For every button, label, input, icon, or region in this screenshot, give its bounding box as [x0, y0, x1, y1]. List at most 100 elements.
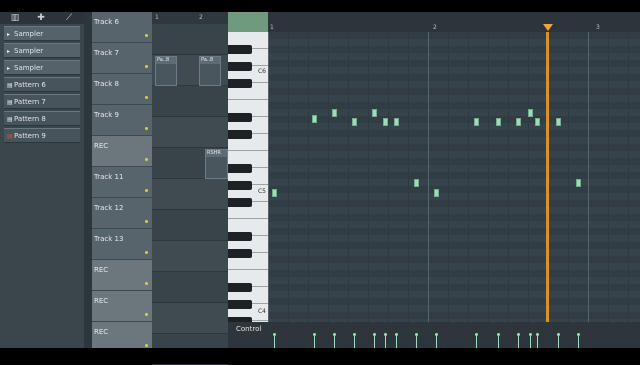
velocity-bar[interactable]: [557, 333, 560, 348]
velocity-bar[interactable]: [353, 333, 356, 348]
black-key[interactable]: [228, 113, 252, 122]
black-key[interactable]: [228, 283, 252, 292]
browser-item-sampler[interactable]: ▸ Sampler: [4, 60, 80, 75]
velocity-bar[interactable]: [373, 333, 376, 348]
track-label: Track 11: [94, 173, 124, 181]
black-key[interactable]: [228, 45, 252, 54]
playlist-row[interactable]: [152, 24, 228, 55]
track-header-rec[interactable]: REC: [92, 260, 152, 291]
note[interactable]: [352, 118, 357, 126]
black-key[interactable]: [228, 62, 252, 71]
playlist-ruler[interactable]: 1 2: [152, 12, 228, 24]
brush-icon[interactable]: ⟋: [62, 12, 76, 24]
note[interactable]: [332, 109, 337, 117]
note[interactable]: [272, 189, 277, 197]
track-mute-led[interactable]: [145, 127, 148, 130]
velocity-bar[interactable]: [529, 333, 532, 348]
velocity-bar[interactable]: [395, 333, 398, 348]
playlist-row[interactable]: [152, 117, 228, 148]
pattern-clip[interactable]: Pa..8: [199, 56, 221, 86]
playlist-row[interactable]: [152, 241, 228, 272]
track-header[interactable]: Track 13: [92, 229, 152, 260]
track-mute-led[interactable]: [145, 282, 148, 285]
browser-item-sampler[interactable]: ▸ Sampler: [4, 43, 80, 58]
track-header-rec[interactable]: REC: [92, 291, 152, 322]
note[interactable]: [556, 118, 561, 126]
velocity-bar[interactable]: [435, 333, 438, 348]
playhead-marker[interactable]: [543, 24, 553, 31]
velocity-bar[interactable]: [333, 333, 336, 348]
piano-icon[interactable]: ▥: [8, 12, 22, 24]
note[interactable]: [528, 109, 533, 117]
pattern-clip[interactable]: Pa..8: [155, 56, 177, 86]
note[interactable]: [434, 189, 439, 197]
track-mute-led[interactable]: [145, 96, 148, 99]
browser-item-pattern-6[interactable]: ▤Pattern 6: [4, 77, 80, 92]
velocity-bar[interactable]: [517, 333, 520, 348]
velocity-bar[interactable]: [536, 333, 539, 348]
browser-item-pattern-9[interactable]: ▤Pattern 9: [4, 128, 80, 143]
velocity-bar[interactable]: [577, 333, 580, 348]
velocity-bar[interactable]: [273, 333, 276, 348]
note-grid[interactable]: [268, 32, 640, 322]
browser-item-sampler[interactable]: ▸ Sampler: [4, 26, 80, 41]
note[interactable]: [496, 118, 501, 126]
track-header[interactable]: Track 6: [92, 12, 152, 43]
playhead[interactable]: [546, 32, 549, 322]
browser-item-pattern-8[interactable]: ▤Pattern 8: [4, 111, 80, 126]
track-mute-led[interactable]: [145, 251, 148, 254]
piano-roll-corner[interactable]: [228, 12, 268, 32]
track-mute-led[interactable]: [145, 313, 148, 316]
track-mute-led[interactable]: [145, 220, 148, 223]
track-header[interactable]: Track 11: [92, 167, 152, 198]
velocity-bar[interactable]: [415, 333, 418, 348]
black-key[interactable]: [228, 181, 252, 190]
piano-keyboard[interactable]: C6 C5 C4: [228, 32, 268, 322]
note[interactable]: [372, 109, 377, 117]
black-key[interactable]: [228, 79, 252, 88]
track-header[interactable]: Track 8: [92, 74, 152, 105]
note[interactable]: [474, 118, 479, 126]
piano-roll-ruler[interactable]: 1 2 3: [268, 12, 640, 32]
track-header[interactable]: Track 12: [92, 198, 152, 229]
playlist-row[interactable]: [152, 179, 228, 210]
black-key[interactable]: [228, 198, 252, 207]
velocity-bar[interactable]: [475, 333, 478, 348]
track-header[interactable]: Track 7: [92, 43, 152, 74]
track-header[interactable]: Track 9: [92, 105, 152, 136]
velocity-bar[interactable]: [384, 333, 387, 348]
black-key[interactable]: [228, 232, 252, 241]
track-mute-led[interactable]: [145, 34, 148, 37]
control-dropdown[interactable]: Control: [228, 322, 268, 336]
velocity-bar[interactable]: [313, 333, 316, 348]
browser-item-pattern-7[interactable]: ▤Pattern 7: [4, 94, 80, 109]
ruler-mark: 2: [199, 14, 203, 21]
black-key[interactable]: [228, 300, 252, 309]
note[interactable]: [394, 118, 399, 126]
playlist-row[interactable]: [152, 272, 228, 303]
velocity-lane[interactable]: [268, 322, 640, 348]
track-mute-led[interactable]: [145, 158, 148, 161]
note[interactable]: [576, 179, 581, 187]
track-header-rec[interactable]: REC: [92, 136, 152, 167]
black-key[interactable]: [228, 164, 252, 173]
browser-scrollbar[interactable]: [84, 12, 92, 348]
playlist-row[interactable]: [152, 210, 228, 241]
note[interactable]: [535, 118, 540, 126]
black-key[interactable]: [228, 130, 252, 139]
note[interactable]: [414, 179, 419, 187]
grid-row: [268, 200, 640, 207]
playlist-row[interactable]: [152, 303, 228, 334]
track-mute-led[interactable]: [145, 344, 148, 347]
plus-icon[interactable]: ✚: [34, 12, 48, 24]
playlist-grid[interactable]: 1 2 Pa..8 Pa..8 RSHR: [152, 12, 228, 365]
black-key[interactable]: [228, 249, 252, 258]
track-mute-led[interactable]: [145, 189, 148, 192]
note[interactable]: [312, 115, 317, 123]
playlist-row[interactable]: [152, 86, 228, 117]
velocity-bar[interactable]: [497, 333, 500, 348]
track-mute-led[interactable]: [145, 65, 148, 68]
audio-clip[interactable]: RSHR: [205, 149, 228, 179]
note[interactable]: [516, 118, 521, 126]
note[interactable]: [383, 118, 388, 126]
